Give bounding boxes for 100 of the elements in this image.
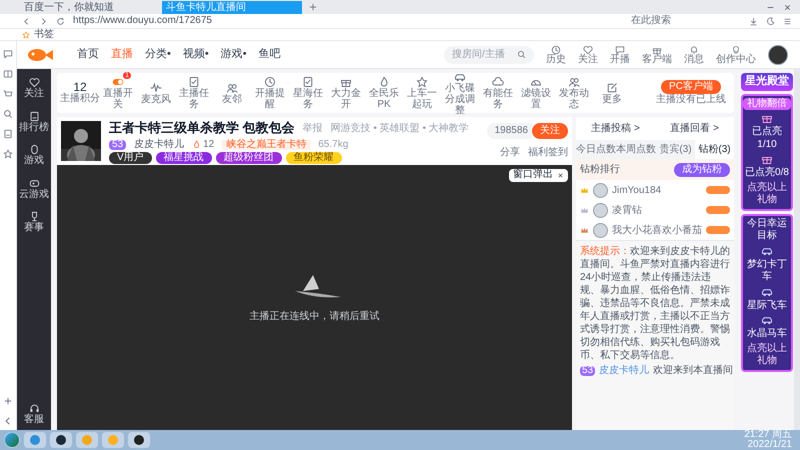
edit-icon (606, 82, 618, 94)
toolbar-item[interactable]: 开播提醒 (251, 76, 289, 110)
waveform-icon (150, 82, 162, 94)
follow-button[interactable]: 关注 (532, 122, 568, 138)
sidebar-item[interactable]: 游戏 (24, 144, 44, 168)
sign-in-link[interactable]: 福利签到 (528, 144, 568, 160)
nav-link[interactable]: 直播 (111, 46, 133, 63)
panel-link[interactable]: 主播投稿 > (591, 121, 640, 136)
gamepad-icon (28, 178, 40, 188)
plus-icon[interactable] (308, 2, 318, 12)
taskbar-app-icon[interactable] (50, 432, 72, 448)
sidebar-item[interactable]: 关注 (24, 77, 44, 100)
toolbar-item[interactable]: 星海任务 (289, 76, 327, 110)
car-name: 梦幻卡丁车 (746, 258, 788, 284)
moon-icon[interactable] (766, 16, 775, 26)
star-icon (416, 76, 428, 88)
nav-action[interactable]: 开播 (610, 44, 630, 64)
toolbar-item[interactable]: 有能任务 (479, 76, 517, 110)
room-badge[interactable]: V用户 (109, 152, 152, 164)
report-link[interactable]: 举报 (302, 120, 323, 136)
fan-name[interactable]: 我大小花喜欢小番茄 (612, 222, 702, 238)
nav-link[interactable]: 鱼吧 (258, 46, 281, 63)
nav-action[interactable]: 历史 (546, 44, 566, 64)
sidebar-item[interactable]: 排行榜 (19, 110, 49, 134)
sidebar-item[interactable]: 赛事 (24, 211, 44, 234)
close-icon[interactable] (783, 3, 792, 12)
fan-avatar[interactable] (593, 222, 608, 238)
join-button[interactable]: 成为钻粉 (674, 162, 730, 176)
hot-value: 12 (203, 140, 214, 150)
score-label: 主播积分 (60, 92, 100, 106)
user-link[interactable]: 皮皮卡特儿 (599, 366, 650, 376)
panel-tab[interactable]: 本周点数 (616, 140, 656, 159)
heart-icon (583, 44, 593, 54)
room-badge[interactable]: 福星挑战 (156, 152, 212, 164)
chat-icon (615, 44, 625, 54)
browser-tab[interactable]: 斗鱼卡特儿直播间 (162, 1, 302, 14)
list-icon[interactable] (3, 129, 13, 139)
fan-avatar[interactable] (593, 182, 608, 198)
book-icon[interactable] (3, 69, 13, 79)
toolbar-item[interactable]: 发布动态 (555, 76, 593, 110)
nav-action[interactable]: 消息 (684, 44, 704, 64)
nav-link[interactable]: 首页 (77, 46, 99, 63)
start-button[interactable] (4, 432, 20, 448)
sidebar-item[interactable]: 客服 (24, 402, 44, 426)
toolbar-item[interactable]: 主播任务 (175, 76, 213, 110)
user-avatar[interactable] (768, 44, 788, 64)
cart-icon[interactable] (3, 89, 13, 99)
star-icon[interactable] (3, 149, 13, 159)
anchor-name: 皮皮卡特儿 (134, 140, 184, 150)
room-badge[interactable]: 鱼粉荣耀 (286, 152, 342, 164)
fan-avatar[interactable] (593, 202, 608, 218)
people-icon (568, 76, 580, 88)
nav-action[interactable]: 客户端 (642, 44, 672, 64)
list-icon (28, 110, 40, 122)
chat-icon[interactable] (3, 49, 13, 59)
room-badge[interactable]: 超级粉丝团 (216, 152, 282, 164)
bookmark[interactable]: 书签 (34, 30, 54, 40)
share-link[interactable]: 分享 (500, 144, 520, 160)
browser-search-field[interactable]: 在此搜索 (631, 15, 741, 27)
toolbar-item[interactable]: 上车一起玩 (403, 76, 441, 110)
nav-action[interactable]: 创作中心 (716, 44, 756, 64)
toolbar-item[interactable]: 友邻 (213, 82, 251, 104)
system-notice: 系统提示：欢迎来到皮皮卡特儿的直播间。斗鱼严禁对直播内容进行24小时巡查，禁止传播违法违规、暴力血腥、低俗色情、招嫖诈骗、违禁品等不良信息。严禁未成年人直播或打赏，主播以不正当方式诱导打赏，注意理性消费。警惕切勿相信代练、购买礼包码游戏币、私下交易等信息。 (580, 245, 730, 362)
fan-name[interactable]: 凌霄钻 (612, 202, 702, 218)
download-icon[interactable] (749, 16, 758, 26)
nav-link[interactable]: 游戏• (220, 46, 247, 63)
promo-target: 今日幸运目标 (746, 218, 788, 243)
search-icon[interactable] (3, 109, 13, 119)
toolbar-item[interactable]: 更多 (593, 82, 631, 104)
panel-tab[interactable]: 今日点数 (576, 140, 616, 159)
toolbar-item[interactable]: 大力金开 (327, 76, 365, 110)
toolbar-item[interactable]: 全民乐PK (365, 76, 403, 110)
promo-title[interactable]: 星光殿堂 (741, 73, 793, 91)
lit-label: 已点亮 (745, 167, 776, 180)
promo-section: 礼物翻倍 (743, 98, 791, 110)
nav-link[interactable]: 分类• (145, 46, 171, 63)
nav-link[interactable]: 视频• (182, 46, 209, 63)
popout-button[interactable]: 窗口弹出 (509, 169, 568, 182)
refresh-icon[interactable] (56, 16, 65, 26)
menu-icon[interactable] (783, 16, 792, 26)
bell-icon (689, 44, 699, 54)
follower-count: 198586 (486, 122, 532, 138)
toolbar-item[interactable]: 麦克风 (137, 82, 175, 104)
panel-tab[interactable]: 贵宾(3) (656, 140, 695, 159)
address-field[interactable]: https://www.douyu.com/172675 (73, 16, 373, 26)
panel-link[interactable]: 直播回看 > (670, 121, 719, 136)
fan-name[interactable]: JimYou184 (612, 182, 702, 198)
taskbar-app-icon[interactable] (128, 432, 150, 448)
client-button[interactable]: PC客户端 (661, 80, 721, 94)
clock-icon (264, 76, 276, 88)
nav-action[interactable]: 关注 (578, 44, 598, 64)
heart-icon (28, 77, 40, 88)
close-icon (557, 172, 564, 179)
sidebar-item[interactable]: 云游戏 (19, 178, 49, 201)
panel-tab[interactable]: 钻粉(3) (695, 140, 734, 159)
promo-note: 点亮以上礼物 (746, 182, 788, 207)
toolbar-item[interactable]: 滤镜设置 (517, 76, 555, 110)
plus-icon[interactable] (3, 396, 13, 406)
bulb-icon (731, 44, 741, 54)
toolbar-item[interactable]: 小飞碟分成调整 (441, 70, 479, 116)
